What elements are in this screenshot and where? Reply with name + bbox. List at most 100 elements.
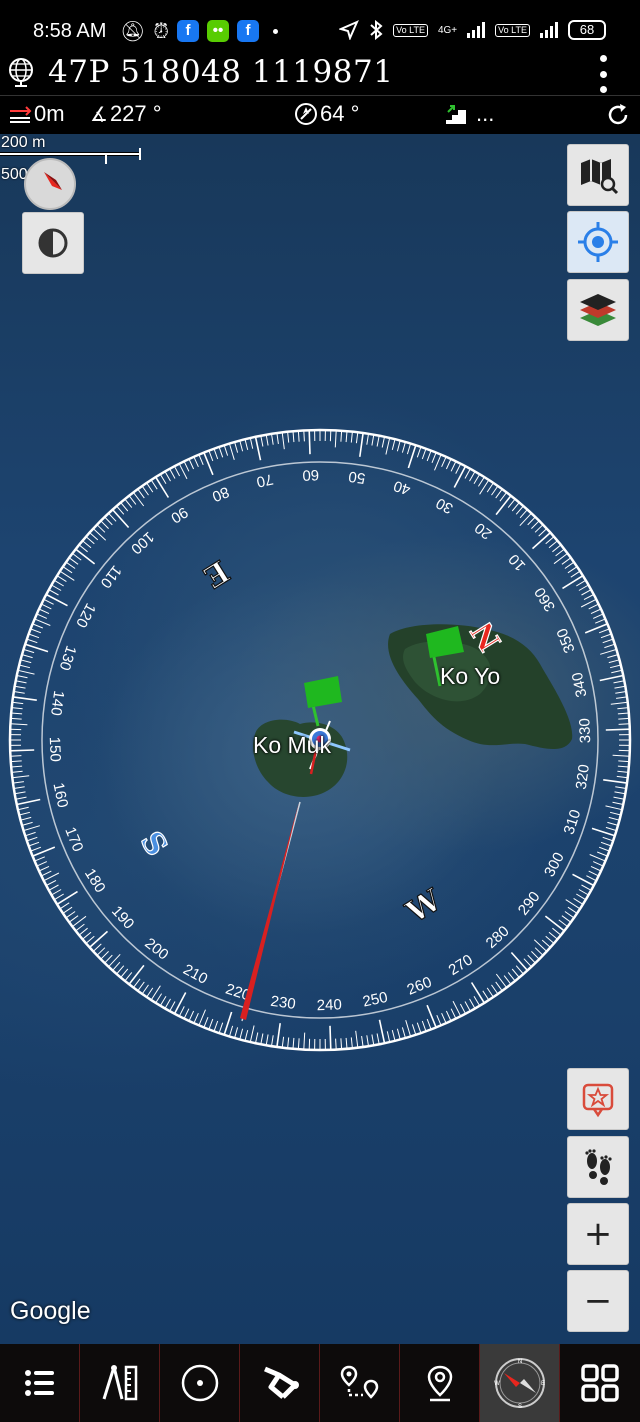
nav-measure-button[interactable] <box>80 1344 160 1422</box>
dial-tick <box>150 479 158 490</box>
zoom-out-button[interactable]: − <box>567 1270 629 1332</box>
dial-tick <box>366 433 369 445</box>
dial-tick <box>36 861 48 867</box>
track-button[interactable] <box>567 1136 629 1198</box>
altitude-icon <box>446 105 466 124</box>
nav-compass-button[interactable]: N S E W <box>480 1344 560 1422</box>
dial-tick <box>486 987 494 998</box>
dial-tick <box>41 603 52 610</box>
dial-tick <box>421 448 427 460</box>
dial-tick <box>26 836 38 842</box>
dial-tick <box>137 981 145 992</box>
dial-tick <box>605 728 630 731</box>
dial-tick <box>228 1025 234 1037</box>
dial-tick <box>617 770 629 773</box>
altitude-item[interactable]: ... <box>444 101 494 127</box>
angle-icon: ∡ <box>90 103 108 126</box>
dial-tick <box>334 430 337 448</box>
north-compass-button[interactable] <box>24 158 76 210</box>
dial-tick <box>21 821 33 826</box>
dial-label: 330 <box>576 718 594 744</box>
star-icon <box>582 1083 614 1118</box>
dial-tick <box>65 911 76 919</box>
dial-tick <box>116 505 125 515</box>
dial-tick <box>411 1024 417 1035</box>
dial-tick <box>607 654 619 659</box>
dial-tick <box>598 628 610 634</box>
dial-tick <box>75 923 85 932</box>
ko-muk-flag-icon[interactable] <box>304 676 342 727</box>
nav-list-button[interactable] <box>0 1344 80 1422</box>
dial-tick <box>592 861 604 867</box>
dial-tick <box>155 993 163 1004</box>
dial-tick <box>159 996 167 1006</box>
dial-tick <box>54 579 64 587</box>
dial-tick <box>615 786 627 789</box>
dial-tick <box>120 502 129 512</box>
nav-target-button[interactable] <box>160 1344 240 1422</box>
dial-tick <box>292 1037 295 1049</box>
overflow-menu-button[interactable] <box>596 55 610 93</box>
dial-tick <box>255 1032 259 1044</box>
dial-tick <box>32 846 56 857</box>
locate-button[interactable] <box>567 211 629 273</box>
dial-label: 160 <box>49 781 71 809</box>
dial-tick <box>495 981 503 992</box>
dial-label: 120 <box>72 600 99 630</box>
dial-tick <box>345 1037 348 1049</box>
layers-button[interactable] <box>567 279 629 341</box>
svg-text:W: W <box>494 1381 500 1387</box>
nav-route-button[interactable] <box>240 1344 320 1422</box>
waypoints-route-icon <box>340 1365 378 1399</box>
dial-tick <box>581 589 592 596</box>
dial-tick <box>234 441 239 453</box>
dial-tick <box>34 618 51 626</box>
nav-waypoints-button[interactable] <box>320 1344 400 1422</box>
dial-tick <box>30 628 42 634</box>
dial-tick <box>128 495 137 505</box>
dial-tick <box>590 608 602 615</box>
map-search-button[interactable] <box>567 144 629 206</box>
place-label-ko-yo[interactable]: Ko Yo <box>440 663 500 690</box>
bearing-item[interactable]: ∡ 227 ° <box>90 101 162 127</box>
dial-tick <box>578 584 589 591</box>
dial-tick <box>609 664 621 669</box>
dial-tick <box>188 1010 195 1022</box>
dial-tick <box>198 1009 206 1026</box>
place-label-ko-muk[interactable]: Ko Muk <box>253 732 331 759</box>
dial-tick <box>613 796 625 800</box>
svg-text:E: E <box>540 1381 544 1387</box>
dial-tick <box>78 927 88 936</box>
favorites-button[interactable] <box>567 1068 629 1130</box>
contrast-toggle-button[interactable] <box>22 212 84 274</box>
globe-icon[interactable] <box>6 57 36 87</box>
dial-tick <box>34 856 45 862</box>
heading-item[interactable]: 64 ° <box>294 101 359 127</box>
dial-tick <box>405 1020 412 1037</box>
satellite-map[interactable]: 10 20 30 40 50 60 70 80 90 100 110 120 130 140 150 160 1… <box>0 134 640 1344</box>
distance-item[interactable]: 0m <box>8 101 65 127</box>
bottom-navigation: N S E W <box>0 1344 640 1422</box>
dial-tick <box>386 1031 391 1043</box>
dial-tick <box>519 512 532 527</box>
coordinates-text[interactable]: 47P 518048 1119871 <box>48 54 393 90</box>
dial-tick <box>538 528 548 537</box>
nav-grid-menu-button[interactable] <box>560 1344 640 1422</box>
dial-tick <box>92 943 102 952</box>
dial-tick <box>335 1038 337 1050</box>
refresh-icon[interactable] <box>606 103 630 127</box>
dial-tick <box>613 680 625 684</box>
dial-tick <box>178 1006 185 1017</box>
dial-tick <box>548 540 558 549</box>
dial-tick <box>14 791 26 795</box>
dial-tick <box>213 1020 219 1032</box>
nav-location-button[interactable] <box>400 1344 480 1422</box>
dial-tick <box>617 765 629 768</box>
dial-tick <box>11 770 23 773</box>
dial-tick <box>276 1023 281 1048</box>
zoom-in-button[interactable]: + <box>567 1203 629 1265</box>
dial-tick <box>48 589 59 596</box>
dial-label: 300 <box>541 850 568 880</box>
dial-tick <box>531 532 551 550</box>
dial-tick <box>507 972 516 982</box>
